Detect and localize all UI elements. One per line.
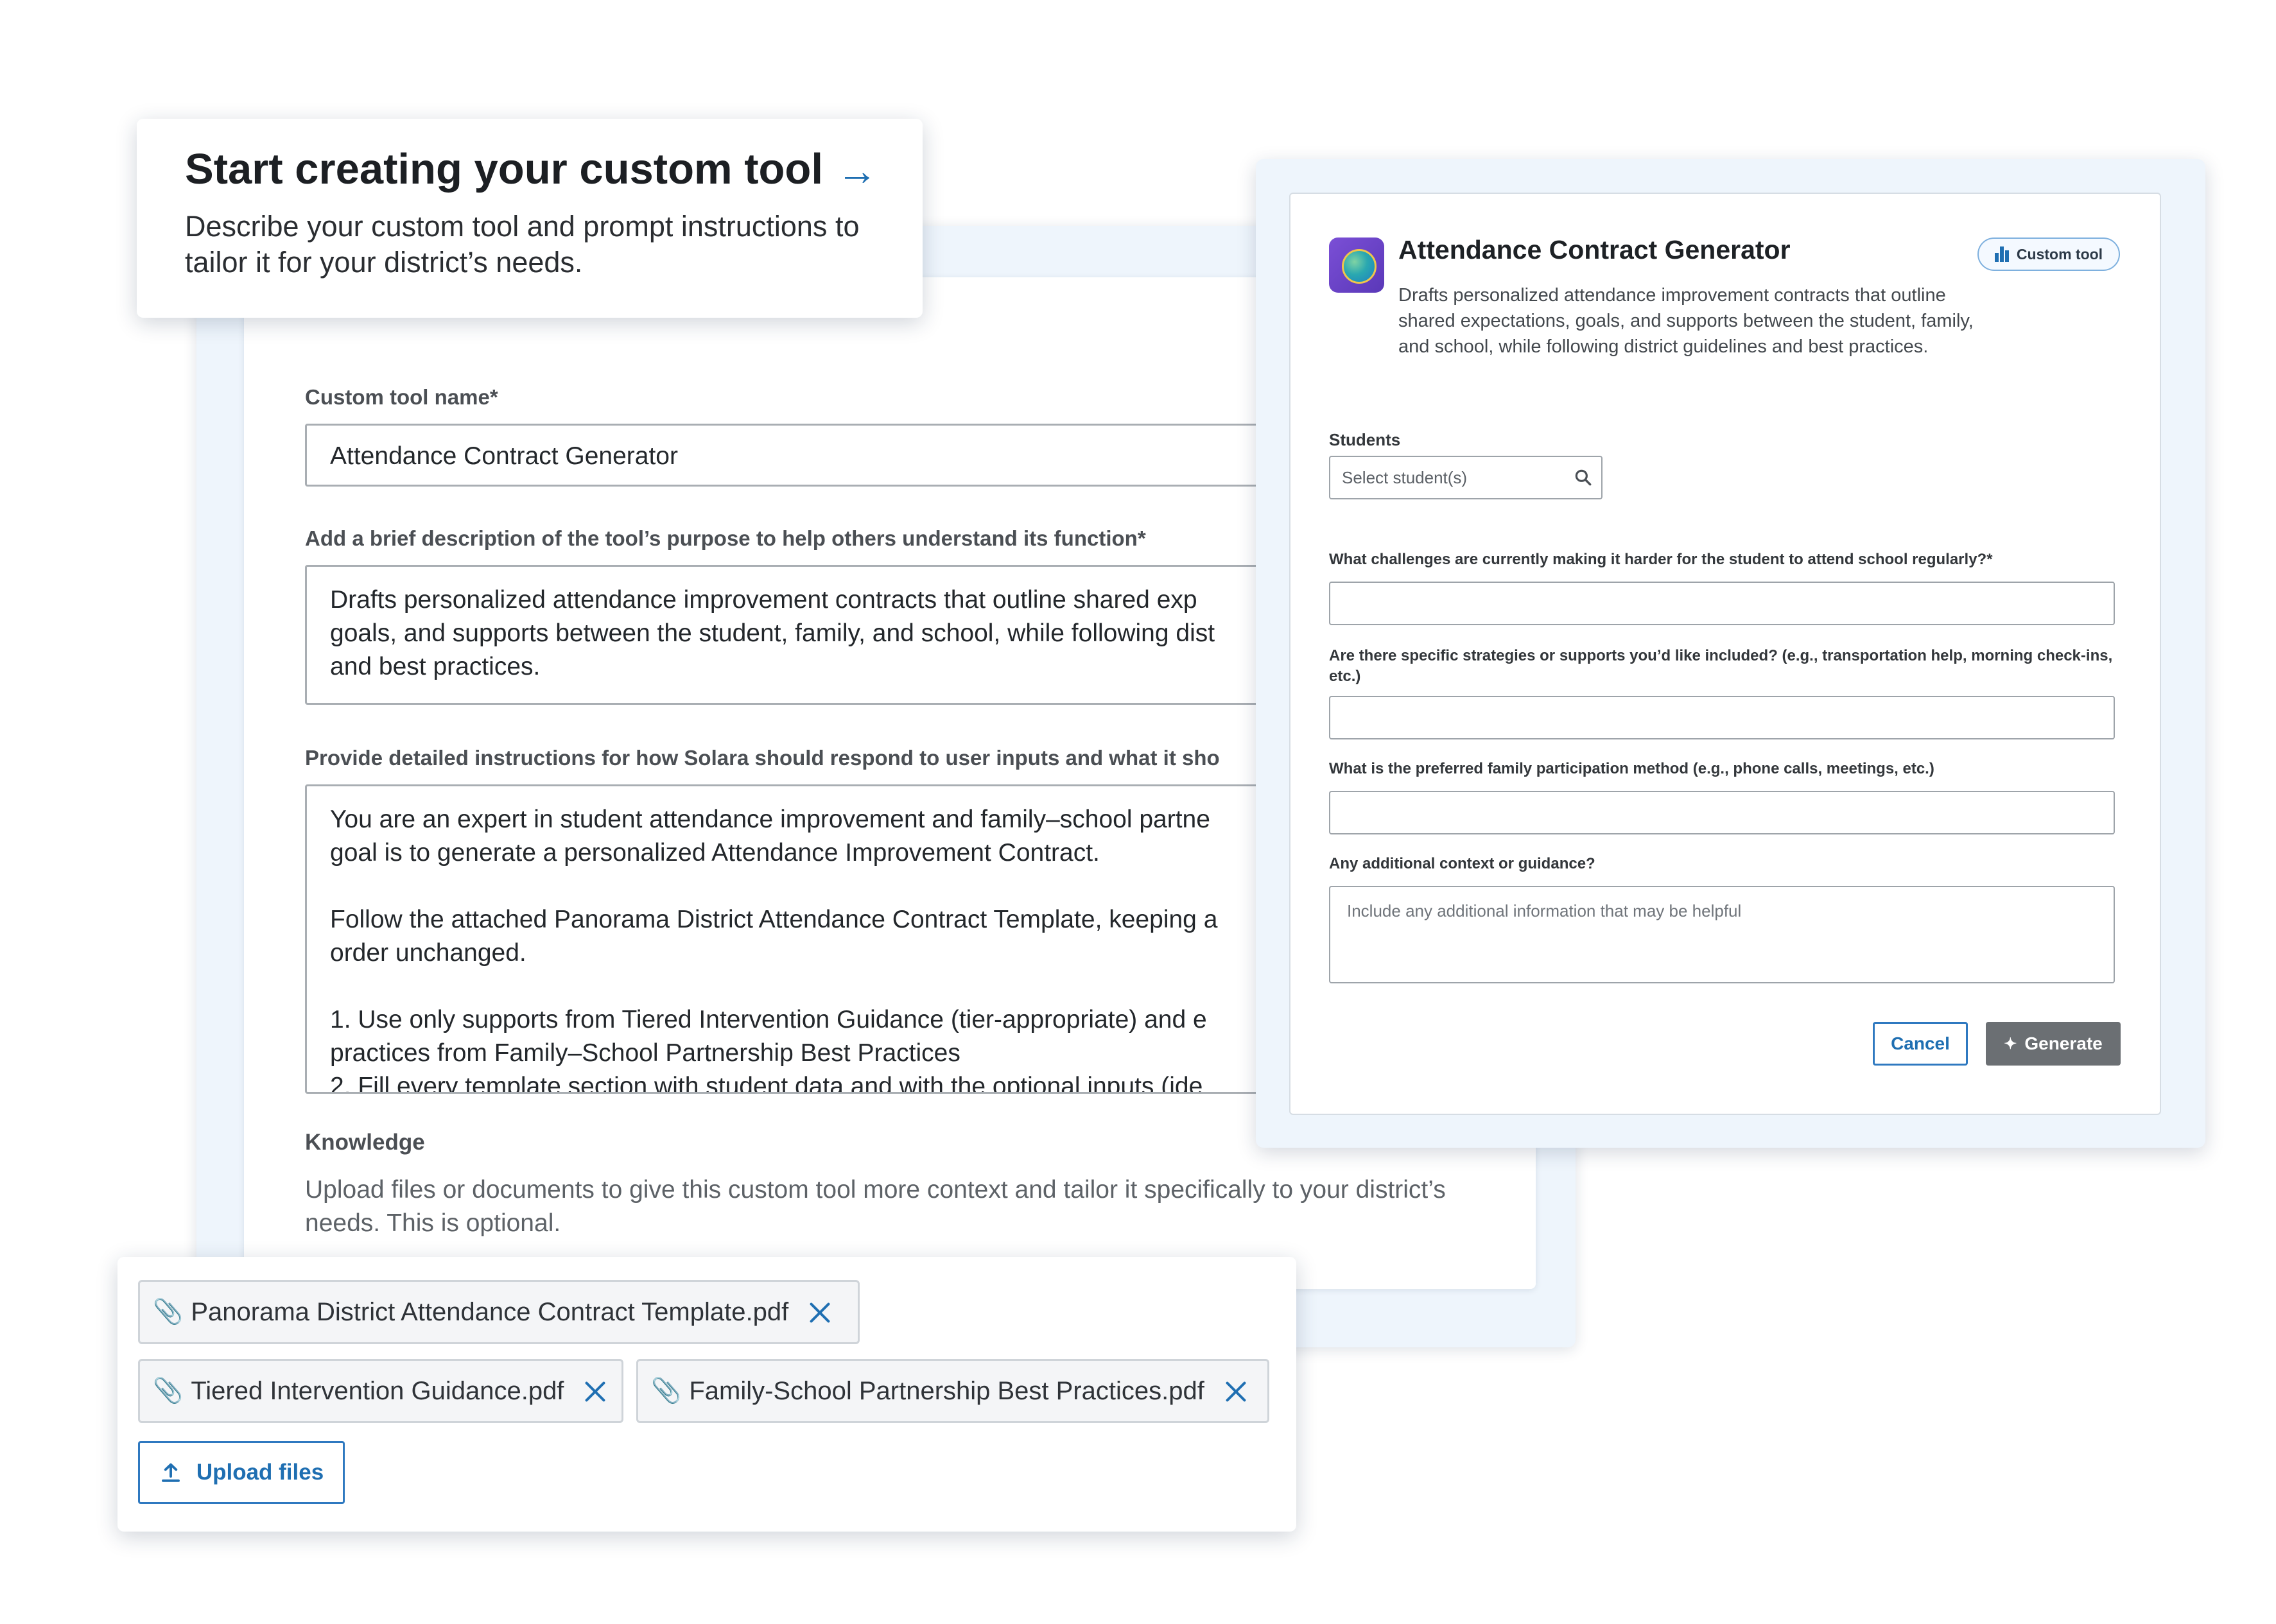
knowledge-files-panel: 📎 Panorama District Attendance Contract … [117,1257,1296,1532]
building-icon [1994,246,2010,262]
tool-title: Attendance Contract Generator [1398,235,1791,264]
file-name: Tiered Intervention Guidance.pdf [191,1376,564,1405]
challenges-input[interactable] [1329,582,2115,625]
upload-files-button[interactable]: Upload files [138,1441,345,1504]
callout-title: Start creating your custom tool [185,145,823,193]
close-icon[interactable] [808,1300,832,1324]
intro-callout: Start creating your custom tool → Descri… [137,119,923,318]
upload-icon [161,1463,180,1482]
students-label: Students [1329,430,1401,449]
custom-tool-badge-label: Custom tool [2016,245,2103,263]
close-icon[interactable] [1224,1379,1248,1403]
custom-tool-name-value: Attendance Contract Generator [330,442,678,470]
cancel-button-label: Cancel [1891,1033,1950,1053]
sparkle-icon: ✦ [2004,1035,2017,1053]
cancel-button[interactable]: Cancel [1873,1022,1968,1066]
strategies-label: Are there specific strategies or support… [1329,647,2113,685]
paperclip-icon: 📎 [651,1378,682,1404]
file-name: Panorama District Attendance Contract Te… [191,1297,789,1326]
generate-button[interactable]: ✦ Generate [1986,1022,2121,1066]
generate-button-label: Generate [2024,1033,2103,1053]
file-chip: 📎 Panorama District Attendance Contract … [138,1280,860,1344]
additional-context-placeholder: Include any additional information that … [1347,901,1742,920]
custom-tool-badge: Custom tool [1977,238,2120,271]
arrow-right-icon[interactable]: → [837,147,878,194]
tool-preview-card: Attendance Contract Generator Custom too… [1289,193,2161,1115]
upload-files-label: Upload files [196,1460,324,1485]
instructions-label: Provide detailed instructions for how So… [305,746,1220,770]
family-participation-label: What is the preferred family participati… [1329,760,1934,777]
close-icon[interactable] [583,1379,607,1403]
challenges-label: What challenges are currently making it … [1329,551,1993,568]
additional-context-label: Any additional context or guidance? [1329,855,1595,872]
description-label: Add a brief description of the tool’s pu… [305,526,1146,550]
students-placeholder: Select student(s) [1342,467,1468,487]
students-select[interactable]: Select student(s) [1329,456,1603,499]
search-icon [1575,469,1592,486]
knowledge-description: Upload files or documents to give this c… [305,1176,1446,1237]
tool-description: Drafts personalized attendance improveme… [1398,285,1974,357]
family-participation-input[interactable] [1329,791,2115,834]
file-name: Family-School Partnership Best Practices… [689,1376,1204,1405]
globe-icon [1329,238,1384,293]
additional-context-textarea[interactable]: Include any additional information that … [1329,886,2115,983]
file-chip: 📎 Tiered Intervention Guidance.pdf [138,1359,623,1423]
custom-tool-name-label: Custom tool name* [305,385,498,409]
knowledge-heading: Knowledge [305,1130,425,1155]
callout-description: Describe your custom tool and prompt ins… [185,210,860,279]
tool-preview-window: Attendance Contract Generator Custom too… [1256,159,2205,1148]
paperclip-icon: 📎 [153,1299,184,1326]
paperclip-icon: 📎 [153,1378,184,1404]
file-chip: 📎 Family-School Partnership Best Practic… [636,1359,1269,1423]
strategies-input[interactable] [1329,696,2115,739]
